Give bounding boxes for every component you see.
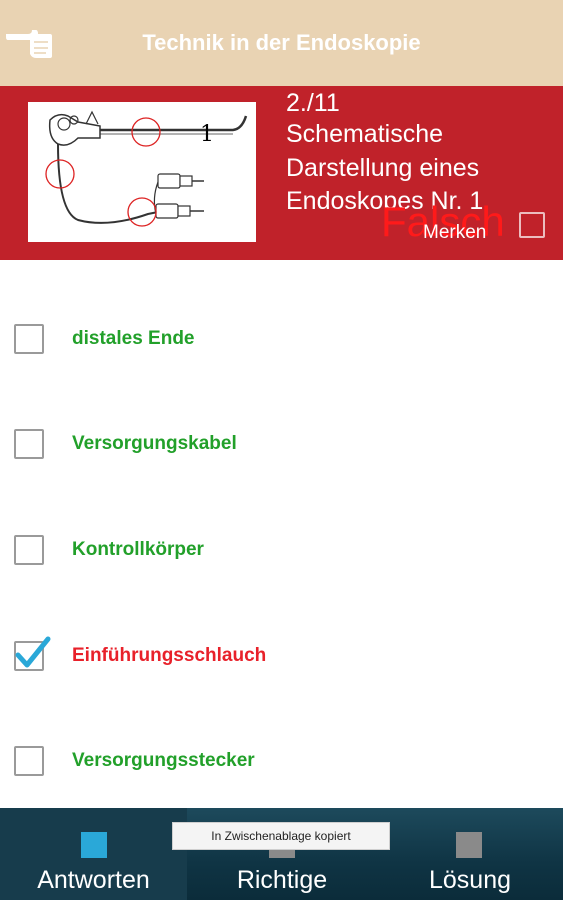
tab-label: Richtige [236, 866, 328, 894]
tab-loesung[interactable]: Lösung [377, 808, 563, 900]
answer-option[interactable]: Kontrollkörper [0, 521, 563, 581]
checkmark-icon [15, 636, 51, 668]
answer-option[interactable]: Einführungsschlauch [0, 627, 563, 687]
question-header: 1 2./11 Schematische Darstellung eines E… [0, 86, 563, 260]
answer-list: distales Ende Versorgungskabel Kontrollk… [0, 260, 563, 808]
inactive-square-icon [456, 832, 482, 858]
answer-checkbox[interactable] [14, 746, 44, 776]
app-title: Technik in der Endoskopie [142, 30, 421, 55]
tab-label: Antworten [37, 866, 150, 894]
answer-option[interactable]: distales Ende [0, 310, 563, 370]
answer-option[interactable]: Versorgungsstecker [0, 732, 563, 792]
answer-checkbox[interactable] [14, 636, 51, 671]
bookmark-checkbox[interactable] [519, 212, 545, 238]
active-square-icon [81, 832, 107, 858]
answer-label: Versorgungsstecker [72, 750, 255, 771]
toast-message: In Zwischenablage kopiert [172, 822, 390, 850]
answer-checkbox[interactable] [14, 535, 44, 565]
tab-label: Lösung [428, 866, 512, 894]
answer-checkbox[interactable] [14, 324, 44, 354]
answer-option[interactable]: Versorgungskabel [0, 415, 563, 475]
app-root: Technik in der Endoskopie 1 2./11 Schema… [0, 0, 563, 900]
bookmark-label: Merken [423, 222, 487, 243]
title-bar: Technik in der Endoskopie [0, 0, 563, 86]
answer-checkbox[interactable] [14, 429, 44, 459]
tab-antworten[interactable]: Antworten [0, 808, 187, 900]
answer-label: Einführungsschlauch [72, 645, 267, 666]
diagram-number-label: 1 [200, 122, 214, 147]
answer-label: distales Ende [72, 328, 195, 349]
answer-label: Versorgungskabel [72, 433, 237, 454]
endoscope-diagram-image: 1 [28, 102, 256, 242]
answer-label: Kontrollkörper [72, 539, 204, 560]
question-counter: 2./11 [286, 89, 340, 117]
